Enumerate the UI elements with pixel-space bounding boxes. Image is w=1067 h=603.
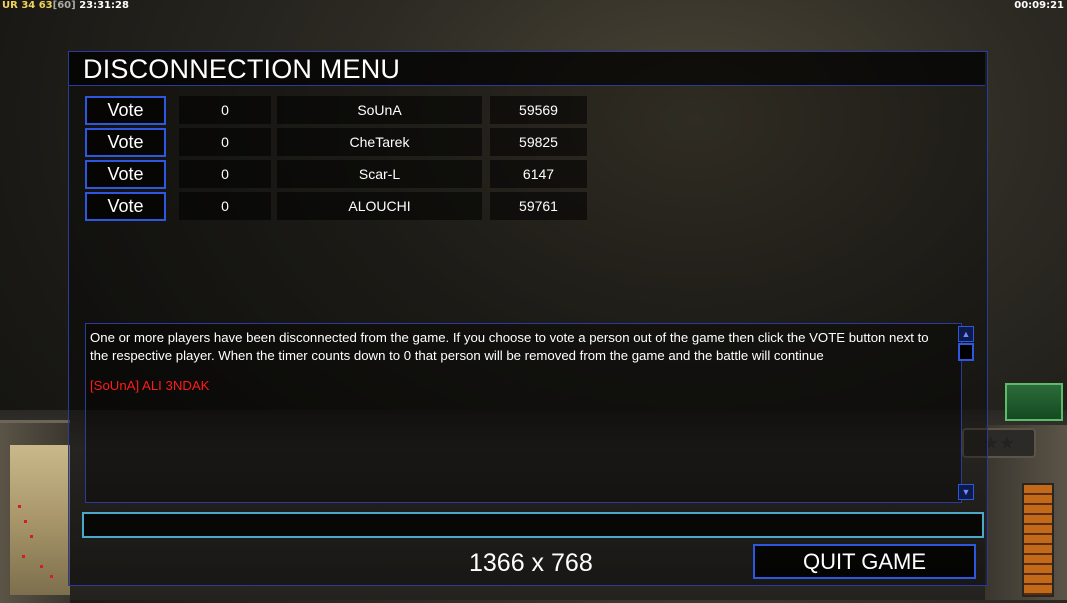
player-name: SoUnA — [277, 96, 482, 124]
vote-count: 0 — [179, 96, 271, 124]
player-timer: 6147 — [490, 160, 587, 188]
fps-overlay: UR 34 63[60] 23:31:28 — [2, 0, 129, 11]
vote-button[interactable]: Vote — [85, 160, 166, 189]
minimap-unit-dot — [18, 505, 21, 508]
minimap-unit-dot — [30, 535, 33, 538]
disconnection-dialog: DISCONNECTION MENU Vote 0 SoUnA 59569 Vo… — [68, 51, 988, 586]
system-clock: 23:31:28 — [79, 0, 129, 11]
player-timer: 59569 — [490, 96, 587, 124]
fps-max: [60] — [52, 0, 76, 11]
scroll-up-icon[interactable]: ▲ — [958, 326, 974, 342]
player-timer: 59761 — [490, 192, 587, 220]
power-bar — [1022, 483, 1054, 597]
vote-count: 0 — [179, 160, 271, 188]
minimap-unit-dot — [50, 575, 53, 578]
vote-button[interactable]: Vote — [85, 128, 166, 157]
player-name: ALOUCHI — [277, 192, 482, 220]
chat-input[interactable] — [82, 512, 984, 538]
minimap-unit-dot — [40, 565, 43, 568]
title-bar: DISCONNECTION MENU — [69, 52, 985, 86]
vote-count: 0 — [179, 128, 271, 156]
scroll-down-icon[interactable]: ▼ — [958, 484, 974, 500]
vote-button[interactable]: Vote — [85, 96, 166, 125]
dialog-title: DISCONNECTION MENU — [83, 54, 401, 84]
vote-count: 0 — [179, 192, 271, 220]
ur-label: UR — [2, 0, 18, 11]
player-name: CheTarek — [277, 128, 482, 156]
disconnect-message: One or more players have been disconnect… — [90, 330, 929, 363]
chat-line: [SoUnA] ALI 3NDAK — [90, 378, 210, 393]
scroll-thumb[interactable] — [958, 343, 974, 361]
message-scrollbar[interactable]: ▲ ▼ — [958, 323, 976, 501]
game-timer: 00:09:21 — [1014, 0, 1064, 11]
resolution-label: 1366 x 768 — [469, 549, 593, 577]
minimap[interactable] — [10, 445, 70, 595]
quit-game-button[interactable]: QUIT GAME — [753, 544, 976, 579]
player-name: Scar-L — [277, 160, 482, 188]
fps-value: 34 63 — [21, 0, 53, 11]
minimap-unit-dot — [22, 555, 25, 558]
vote-button[interactable]: Vote — [85, 192, 166, 221]
minimap-unit-dot — [24, 520, 27, 523]
tank-unit-icon[interactable] — [1005, 383, 1063, 421]
message-box: One or more players have been disconnect… — [85, 323, 962, 503]
player-timer: 59825 — [490, 128, 587, 156]
